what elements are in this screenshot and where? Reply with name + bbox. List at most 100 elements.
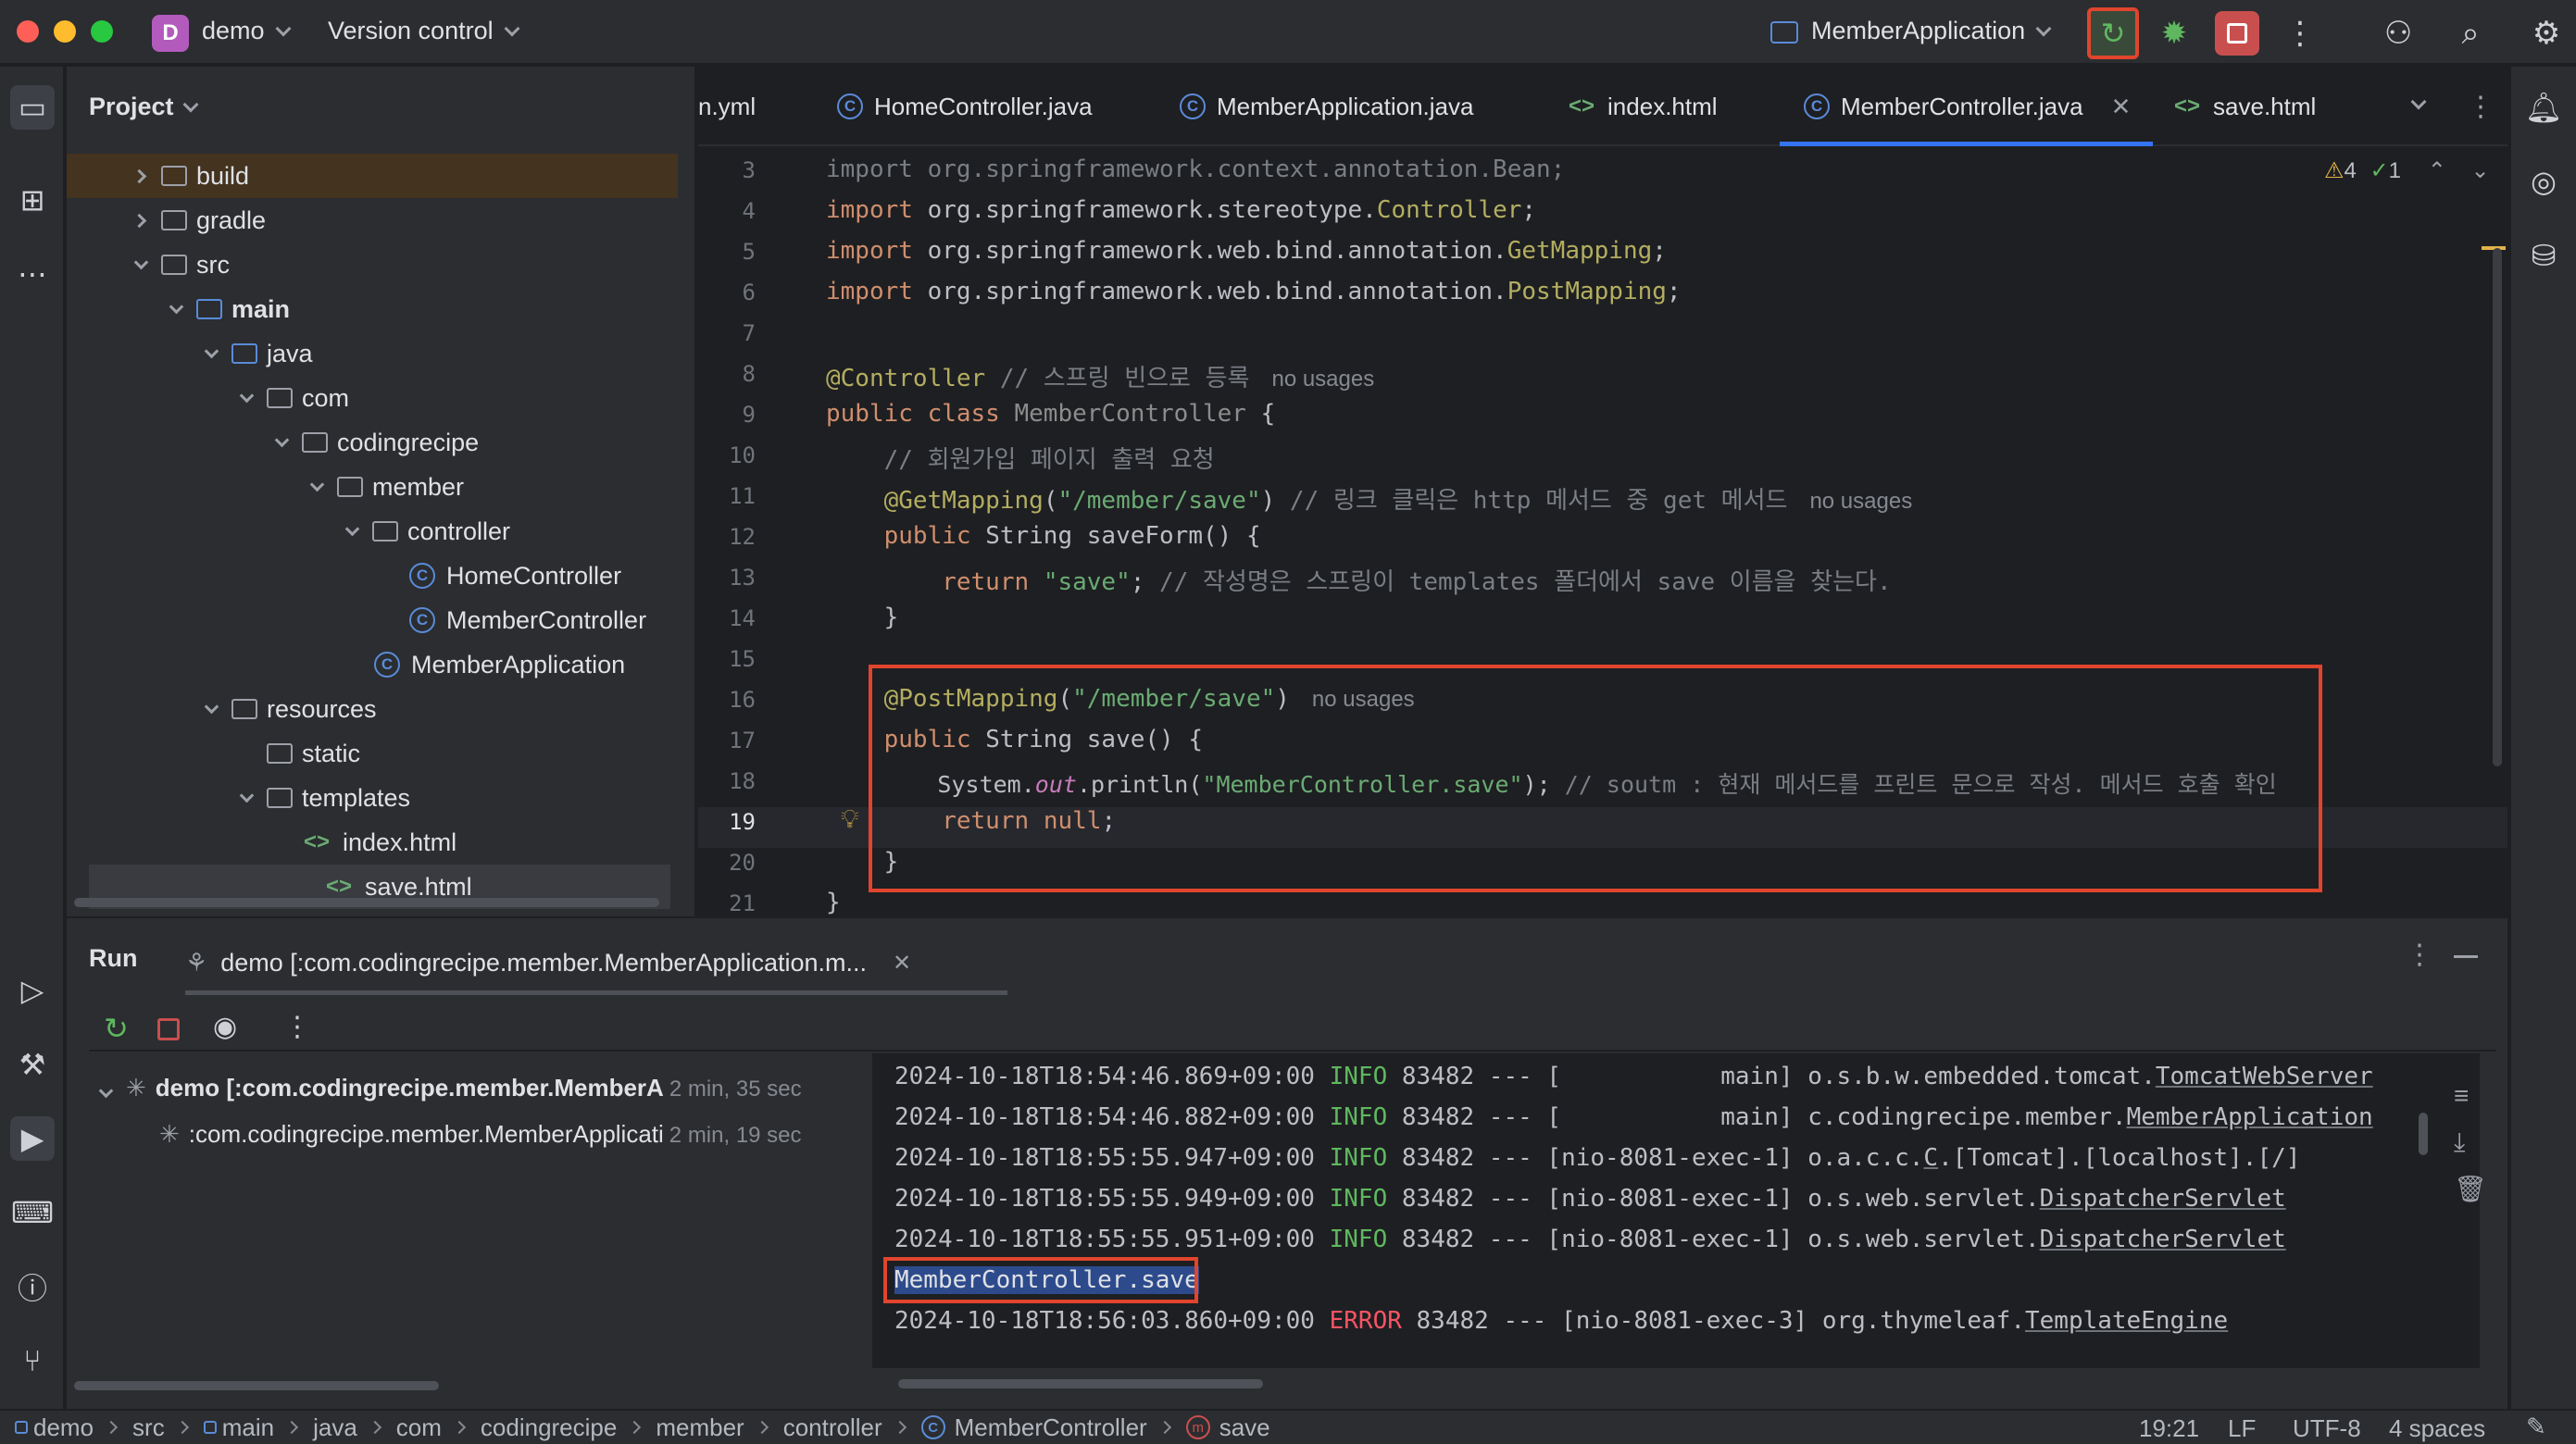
ai-assistant-icon[interactable]: ◎ [2521, 159, 2566, 204]
console-vertical-scrollbar[interactable] [2419, 1113, 2428, 1155]
minimize-window-button[interactable] [54, 20, 76, 43]
tab-more-icon[interactable]: ⋮ [2467, 67, 2495, 146]
git-tool-icon[interactable]: ⑂ [10, 1338, 55, 1383]
tree-item-index-html[interactable]: <> index.html [67, 820, 678, 865]
more-tools-icon[interactable]: ⋯ [10, 252, 55, 296]
highlight-box-postmapping [869, 665, 2322, 892]
close-tab-icon[interactable]: ✕ [2111, 93, 2132, 121]
breadcrumb-item[interactable]: main [203, 1413, 274, 1442]
file-encoding[interactable]: UTF-8 [2293, 1414, 2361, 1443]
tab-list-dropdown[interactable] [2410, 67, 2427, 146]
breadcrumb-item[interactable]: java [313, 1413, 357, 1442]
project-tool-icon[interactable]: ▭ [10, 85, 55, 130]
search-icon[interactable]: ⌕ [2450, 13, 2491, 54]
chevron-right-icon [893, 1420, 907, 1435]
vcs-selector[interactable]: Version control [328, 17, 520, 45]
debug-icon[interactable]: ✹ [2154, 13, 2195, 54]
run-config-selector[interactable]: MemberApplication [1770, 17, 2052, 45]
run-tree-item-demo[interactable]: ✳ demo [:com.codingrecipe.member.MemberA 2… [94, 1074, 802, 1105]
breadcrumb-item[interactable]: C MemberController [920, 1413, 1147, 1442]
caret-position[interactable]: 19:21 [2139, 1414, 2199, 1443]
console-horizontal-scrollbar[interactable] [898, 1379, 1263, 1388]
breadcrumb-item[interactable]: codingrecipe [481, 1413, 617, 1442]
readonly-lock-icon[interactable]: ✎ [2526, 1413, 2546, 1441]
rerun-icon[interactable]: ↻ [2087, 7, 2139, 59]
database-icon[interactable]: ⛁ [2521, 233, 2566, 278]
run-tree-scrollbar[interactable] [74, 1381, 439, 1390]
previous-highlight-icon[interactable]: ⌃ [2428, 158, 2446, 183]
tree-item-java[interactable]: java [67, 331, 678, 376]
tree-item-templates[interactable]: templates [67, 776, 678, 820]
breadcrumb-item[interactable]: demo [15, 1413, 94, 1442]
tab-yml[interactable]: n.yml [698, 67, 756, 146]
tree-item-static[interactable]: static [67, 731, 678, 776]
chevron-right-icon [285, 1420, 299, 1435]
resources-folder-icon [231, 699, 257, 719]
inspection-widget[interactable]: ⚠4 ✓1 ⌃ ⌄ [2324, 157, 2490, 184]
more-actions-icon[interactable]: ⋮ [2280, 13, 2320, 54]
chevron-down-icon [130, 254, 152, 276]
project-horizontal-scrollbar[interactable] [74, 898, 659, 907]
tree-item-codingrecipe[interactable]: codingrecipe [67, 420, 678, 465]
zoom-window-button[interactable] [91, 20, 113, 43]
tree-item-member[interactable]: member [67, 465, 678, 509]
tree-item-main[interactable]: main [67, 287, 678, 331]
next-highlight-icon[interactable]: ⌄ [2470, 158, 2489, 183]
problems-tool-icon[interactable]: ⓘ [10, 1264, 55, 1309]
project-badge[interactable]: D [152, 15, 189, 52]
run-tab[interactable]: ⚘ demo [:com.codingrecipe.member.MemberAp… [185, 935, 911, 990]
tree-item-gradle[interactable]: gradle [67, 198, 678, 243]
console-output[interactable]: 2024-10-18T18:54:46.869+09:00 INFO 83482… [872, 1053, 2480, 1368]
eye-icon[interactable]: ◉ [213, 1011, 237, 1043]
add-user-icon[interactable]: ⚇ [2378, 13, 2419, 54]
run-tool-icon[interactable]: ▶ [10, 1116, 55, 1161]
tree-item-resources[interactable]: resources [67, 687, 678, 731]
tab-memberapplication[interactable]: C MemberApplication.java [1180, 67, 1473, 146]
terminal-tool-icon[interactable]: ⌨ [10, 1190, 55, 1235]
project-selector[interactable]: demo [202, 17, 292, 45]
tree-item-src[interactable]: src [67, 243, 678, 287]
run-panel-title: Run [89, 944, 138, 972]
minimize-panel-icon[interactable] [2454, 955, 2478, 958]
build-tool-icon[interactable]: ⚒ [10, 1042, 55, 1087]
tab-homecontroller[interactable]: C HomeController.java [837, 67, 1093, 146]
line-separator[interactable]: LF [2228, 1414, 2256, 1443]
tree-item-com[interactable]: com [67, 376, 678, 420]
tree-item-memberapplication[interactable]: C MemberApplication [67, 642, 678, 687]
tab-save-html[interactable]: <> save.html [2174, 67, 2316, 146]
tab-membercontroller[interactable]: C MemberController.java ✕ [1780, 67, 2154, 146]
close-tab-icon[interactable]: ✕ [893, 950, 911, 977]
run-tree-item-application[interactable]: ✳:com.codingrecipe.member.MemberApplicat… [159, 1120, 802, 1149]
tree-item-controller[interactable]: controller [67, 509, 678, 554]
project-panel-title[interactable]: Project [89, 93, 199, 121]
stop-button[interactable] [2215, 11, 2259, 56]
soft-wrap-icon[interactable]: ≡ [2454, 1081, 2469, 1111]
indent-setting[interactable]: 4 spaces [2389, 1414, 2485, 1443]
structure-tool-icon[interactable]: ⊞ [10, 178, 55, 222]
breadcrumb-item[interactable]: member [656, 1413, 744, 1442]
settings-icon[interactable]: ⚙ [2526, 13, 2567, 54]
tab-index-html[interactable]: <> index.html [1569, 67, 1718, 146]
code-editor[interactable]: ⚠4 ✓1 ⌃ ⌄ 3 4 5 6 7 8 9 10 11 12 13 14 1… [698, 146, 2507, 916]
breadcrumb-item[interactable]: com [396, 1413, 442, 1442]
editor-vertical-scrollbar[interactable] [2493, 248, 2502, 766]
breadcrumb-item[interactable]: controller [783, 1413, 882, 1442]
tree-item-membercontroller[interactable]: C MemberController [67, 598, 678, 642]
services-tool-icon[interactable]: ▷ [10, 968, 55, 1013]
breadcrumb-item[interactable]: src [132, 1413, 165, 1442]
breadcrumb-item[interactable]: m save [1185, 1413, 1270, 1442]
close-window-button[interactable] [17, 20, 39, 43]
rerun-icon[interactable]: ↻ [104, 1011, 129, 1046]
line-number: 15 [729, 646, 756, 672]
stop-icon[interactable] [157, 1018, 180, 1040]
class-icon: C [409, 563, 435, 589]
tree-item-build[interactable]: build [67, 154, 678, 198]
line-number: 5 [742, 239, 756, 265]
code-line-13: return "save"; // 작성명은 스프링이 templates 폴더… [826, 568, 1892, 596]
tree-item-homecontroller[interactable]: C HomeController [67, 554, 678, 598]
run-panel-options-icon[interactable]: ⋮ [2406, 939, 2433, 971]
clear-console-icon[interactable]: 🗑︎ [2454, 1174, 2487, 1204]
more-icon[interactable]: ⋮ [283, 1011, 311, 1043]
notifications-icon[interactable]: 🔔︎ [2521, 85, 2566, 130]
scroll-to-end-icon[interactable]: ⤓ [2454, 1127, 2465, 1158]
